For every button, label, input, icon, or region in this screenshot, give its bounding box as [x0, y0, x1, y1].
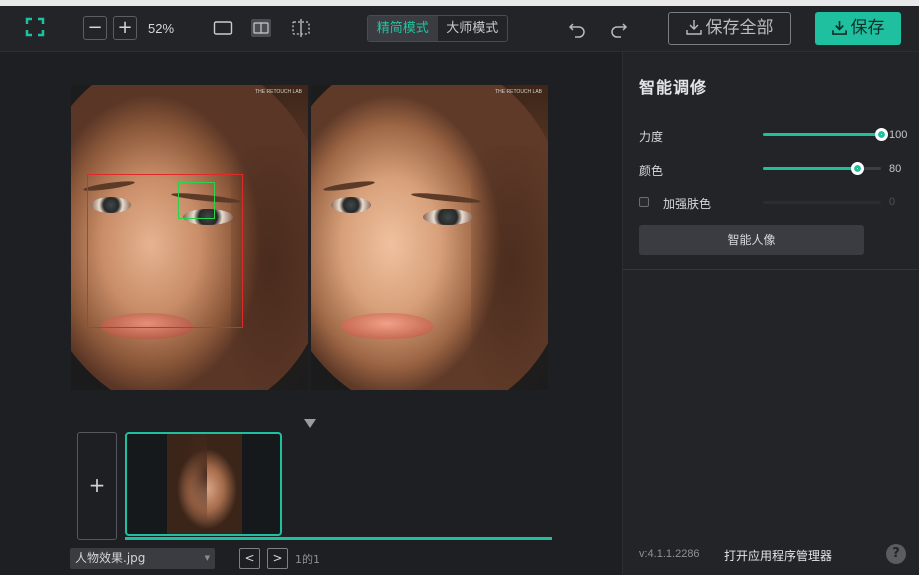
canvas-area: THE RETOUCH LAB THE RETOUCH LAB + 人物效果.j…	[0, 52, 622, 575]
save-button[interactable]: 保存	[815, 12, 901, 45]
compare-view-icon[interactable]	[291, 19, 311, 37]
download-icon	[685, 20, 702, 35]
divider	[623, 269, 919, 270]
save-label: 保存	[850, 18, 885, 38]
zoom-level: 52%	[148, 21, 175, 36]
color-label: 颜色	[639, 164, 664, 178]
help-icon[interactable]: ?	[886, 544, 906, 564]
panel-title: 智能调修	[639, 78, 708, 97]
redo-icon[interactable]	[609, 19, 629, 39]
save-all-label: 保存全部	[705, 18, 774, 38]
triangle-down-icon[interactable]	[304, 419, 316, 428]
smart-portrait-button[interactable]: 智能人像	[639, 225, 864, 255]
zoom-in-button[interactable]: +	[113, 16, 137, 40]
file-name: 人物效果.jpg	[75, 551, 146, 565]
crop-frame-icon[interactable]	[24, 16, 46, 38]
side-panel: 智能调修 力度 100 颜色 80 加强肤色 0 智能人像 v:4.1.1.22…	[622, 52, 919, 575]
add-image-button[interactable]: +	[77, 432, 117, 540]
master-mode-tab[interactable]: 大师模式	[438, 16, 508, 41]
enhance-skin-label: 加强肤色	[663, 197, 712, 211]
strength-value: 100	[889, 129, 908, 141]
after-image[interactable]: THE RETOUCH LAB	[311, 85, 548, 390]
color-slider[interactable]	[763, 162, 881, 175]
enhance-skin-slider	[763, 201, 881, 204]
download-icon	[831, 20, 847, 35]
face-detection-box[interactable]	[87, 174, 243, 328]
eye-detection-box[interactable]	[178, 182, 215, 219]
zoom-out-button[interactable]: −	[83, 16, 107, 40]
undo-icon[interactable]	[567, 19, 587, 39]
mode-switch: 精简模式 大师模式	[367, 15, 508, 42]
slider-knob[interactable]	[851, 162, 865, 175]
toolbar: − + 52% 精简模式 大师模式 保存全部 保存	[0, 0, 919, 52]
open-app-manager-link[interactable]: 打开应用程序管理器	[724, 547, 832, 564]
watermark-text: THE RETOUCH LAB	[255, 89, 302, 95]
strength-slider[interactable]	[763, 128, 888, 141]
simple-mode-tab[interactable]: 精简模式	[368, 16, 438, 41]
page-info: 1的1	[295, 553, 320, 566]
color-value: 80	[889, 163, 902, 175]
version-text: v:4.1.1.2286	[639, 548, 700, 560]
strength-label: 力度	[639, 130, 664, 144]
enhance-skin-value: 0	[889, 196, 896, 208]
split-view-icon[interactable]	[251, 19, 271, 37]
next-image-button[interactable]: >	[267, 548, 288, 569]
thumbnail-scrollbar[interactable]	[125, 537, 552, 540]
app-window: − + 52% 精简模式 大师模式 保存全部 保存 THE RETOUCH LA…	[0, 0, 919, 575]
caret-down-icon: ▼	[204, 554, 210, 562]
slider-knob[interactable]	[875, 128, 888, 141]
save-all-button[interactable]: 保存全部	[668, 12, 791, 45]
enhance-skin-checkbox[interactable]	[639, 197, 649, 207]
single-view-icon[interactable]	[213, 19, 233, 37]
prev-image-button[interactable]: <	[239, 548, 260, 569]
image-thumbnail[interactable]	[125, 432, 282, 536]
file-select[interactable]: 人物效果.jpg ▼	[70, 548, 215, 569]
watermark-text: THE RETOUCH LAB	[495, 89, 542, 95]
